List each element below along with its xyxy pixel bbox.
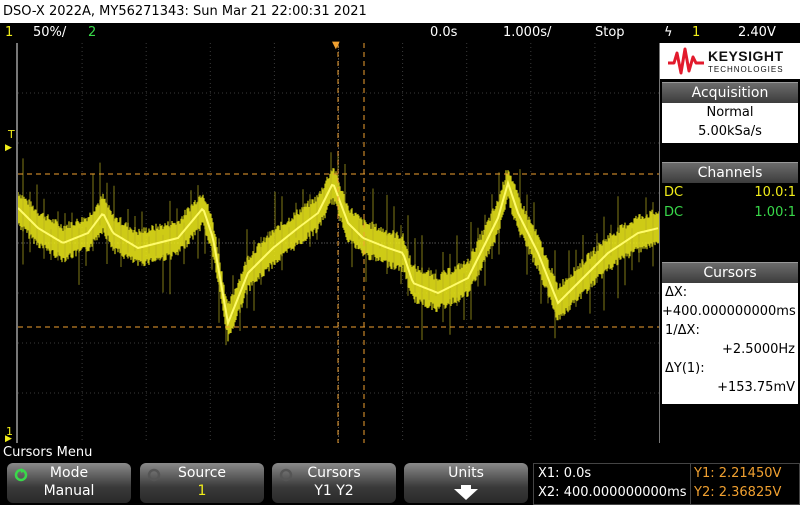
brand-logo: KEYSIGHT TECHNOLOGIES (660, 43, 800, 79)
mode-label: Mode (49, 465, 89, 481)
time-offset[interactable]: 0.0s (430, 23, 457, 42)
ch1-number[interactable]: 1 (5, 23, 13, 42)
brand-sub: TECHNOLOGIES (708, 65, 784, 74)
waveform-display[interactable] (16, 43, 661, 443)
ch1-coupling: DC (664, 185, 684, 200)
y-cursor-readout: Y1: 2.21450V Y2: 2.36825V (690, 463, 800, 505)
submenu-arrow-icon (404, 483, 528, 505)
trigger-level-marker[interactable]: T (8, 128, 15, 141)
source-softkey[interactable]: Source 1 (140, 463, 264, 503)
source-label: Source (177, 465, 227, 481)
dx-value: +400.000000000ms (662, 304, 796, 319)
mode-value: Manual (43, 483, 95, 499)
acquisition-box: Normal 5.00kSa/s (662, 103, 798, 143)
trigger-level[interactable]: 2.40V (738, 23, 776, 42)
units-softkey[interactable]: Units (404, 463, 528, 503)
channel-row-2[interactable]: DC 1.00:1 (662, 203, 798, 223)
side-panel: KEYSIGHT TECHNOLOGIES Acquisition Normal… (660, 43, 800, 443)
run-state[interactable]: Stop (595, 23, 625, 42)
trigger-arrow-icon: ▶ (5, 143, 12, 153)
trigger-position-icon[interactable]: ▼ (332, 40, 340, 51)
dy-value: +153.75mV (717, 380, 795, 395)
ch2-number[interactable]: 2 (88, 23, 96, 42)
ch1-scale[interactable]: 50%/ (33, 23, 66, 42)
title-text: DSO-X 2022A, MY56271343: Sun Mar 21 22:0… (3, 4, 367, 19)
ch1-probe: 10.0:1 (754, 185, 796, 200)
x2-readout: X2: 400.000000000ms (538, 485, 687, 500)
trigger-channel[interactable]: 1 (692, 23, 700, 42)
dx-label: ΔX: (665, 285, 688, 300)
x-cursor-readout: X1: 0.0s X2: 400.000000000ms (533, 463, 691, 505)
ch1-ground-arrow-icon: ▶ (5, 434, 12, 444)
ch2-probe: 1.00:1 (754, 205, 796, 220)
cursors-softkey[interactable]: Cursors Y1 Y2 (272, 463, 396, 503)
units-label: Units (448, 465, 484, 481)
waveform-graticule (18, 43, 659, 443)
channel-row-1[interactable]: DC 10.0:1 (662, 183, 798, 203)
channels-heading: Channels (662, 162, 798, 183)
acquisition-rate: 5.00kSa/s (698, 124, 762, 139)
acquisition-heading: Acquisition (662, 82, 798, 103)
cursors-value: Y1 Y2 (314, 483, 354, 499)
ch2-coupling: DC (664, 205, 684, 220)
y1-readout: Y1: 2.21450V (694, 466, 782, 481)
x1-readout: X1: 0.0s (538, 466, 592, 481)
keysight-wave-icon (668, 47, 704, 75)
status-bar: 1 50%/ 2 0.0s 1.000s/ Stop ϟ 1 2.40V (0, 23, 800, 42)
inv-dx-value: +2.5000Hz (722, 342, 795, 357)
cursors-box: ΔX: +400.000000000ms 1/ΔX: +2.5000Hz ΔY(… (662, 283, 798, 404)
time-scale[interactable]: 1.000s/ (503, 23, 551, 42)
cursors-heading: Cursors (662, 262, 798, 283)
mode-softkey[interactable]: Mode Manual (7, 463, 131, 503)
cursors-label: Cursors (307, 465, 361, 481)
channels-box: DC 10.0:1 DC 1.00:1 (662, 183, 798, 223)
brand-name: KEYSIGHT (708, 48, 784, 64)
inv-dx-label: 1/ΔX: (665, 323, 700, 338)
menu-title: Cursors Menu (3, 445, 93, 460)
source-value: 1 (197, 483, 207, 499)
dy-label: ΔY(1): (665, 361, 705, 376)
trigger-edge-icon: ϟ (664, 25, 673, 40)
y2-readout: Y2: 2.36825V (694, 485, 782, 500)
title-bar: DSO-X 2022A, MY56271343: Sun Mar 21 22:0… (0, 0, 800, 23)
acquisition-mode: Normal (706, 105, 754, 120)
